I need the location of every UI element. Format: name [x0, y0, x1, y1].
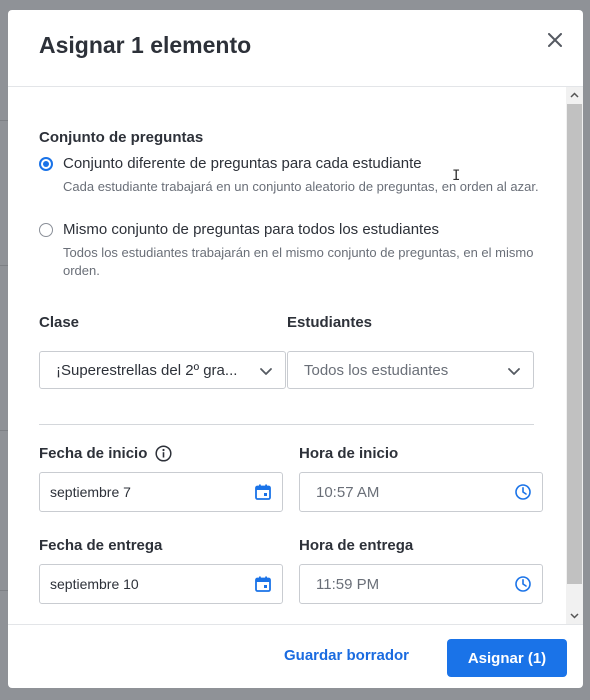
students-select[interactable]: Todos los estudiantes	[287, 351, 534, 389]
clock-icon[interactable]	[514, 483, 532, 501]
radio-different-set[interactable]	[39, 157, 53, 171]
option-same-set-label[interactable]: Mismo conjunto de preguntas para todos l…	[63, 221, 439, 238]
students-label: Estudiantes	[287, 314, 373, 331]
background-divider	[0, 430, 8, 431]
start-date-label-text: Fecha de inicio	[39, 445, 148, 462]
assign-button[interactable]: Asignar (1)	[447, 639, 567, 677]
dialog-title: Asignar 1 elemento	[39, 32, 252, 58]
section-divider	[39, 424, 534, 425]
due-time-input[interactable]: 11:59 PM	[299, 564, 543, 604]
option-different-set-label[interactable]: Conjunto diferente de preguntas para cad…	[63, 155, 422, 172]
class-select-value: ¡Superestrellas del 2º gra...	[56, 362, 238, 379]
start-date-input[interactable]: septiembre 7	[39, 472, 283, 512]
option-same-set-description: Todos los estudiantes trabajarán en el m…	[63, 245, 534, 278]
scroll-down-button[interactable]	[566, 607, 583, 624]
chevron-down-icon	[570, 613, 579, 619]
start-time-value: 10:57 AM	[316, 484, 380, 501]
dialog-body: Conjunto de preguntas Conjunto diferente…	[8, 87, 566, 624]
due-time-label: Hora de entrega	[299, 537, 414, 554]
start-time-label: Hora de inicio	[299, 445, 399, 462]
calendar-icon[interactable]	[254, 483, 272, 501]
chevron-up-icon	[570, 92, 579, 98]
scrollbar-thumb[interactable]	[567, 104, 582, 584]
students-select-placeholder: Todos los estudiantes	[304, 362, 449, 379]
background-divider	[0, 590, 8, 591]
start-date-label: Fecha de inicio	[39, 445, 172, 462]
radio-same-set[interactable]	[39, 223, 53, 237]
save-draft-button[interactable]: Guardar borrador	[284, 647, 409, 664]
background-divider	[0, 265, 8, 266]
chevron-down-icon	[260, 368, 272, 375]
info-icon[interactable]	[155, 445, 172, 462]
dialog-scrollbar[interactable]	[566, 87, 583, 624]
due-time-value: 11:59 PM	[316, 576, 380, 593]
assign-dialog: Asignar 1 elemento Conjunto de preguntas…	[8, 10, 583, 688]
due-date-input[interactable]: septiembre 10	[39, 564, 283, 604]
close-icon	[548, 33, 562, 47]
scroll-up-button[interactable]	[566, 87, 583, 104]
text-cursor-icon: I	[452, 168, 461, 184]
due-date-label: Fecha de entrega	[39, 537, 163, 554]
calendar-icon[interactable]	[254, 575, 272, 593]
background-divider	[0, 120, 8, 121]
dialog-header: Asignar 1 elemento	[8, 10, 583, 87]
dialog-footer: Guardar borrador Asignar (1)	[8, 624, 583, 688]
start-date-value: septiembre 7	[50, 484, 131, 500]
chevron-down-icon	[508, 368, 520, 375]
close-button[interactable]	[543, 28, 567, 52]
start-time-input[interactable]: 10:57 AM	[299, 472, 543, 512]
question-set-label: Conjunto de preguntas	[39, 129, 204, 146]
option-different-set-description: Cada estudiante trabajará en un conjunto…	[63, 179, 539, 194]
clock-icon[interactable]	[514, 575, 532, 593]
due-date-value: septiembre 10	[50, 576, 139, 592]
class-label: Clase	[39, 314, 80, 331]
class-select[interactable]: ¡Superestrellas del 2º gra...	[39, 351, 286, 389]
